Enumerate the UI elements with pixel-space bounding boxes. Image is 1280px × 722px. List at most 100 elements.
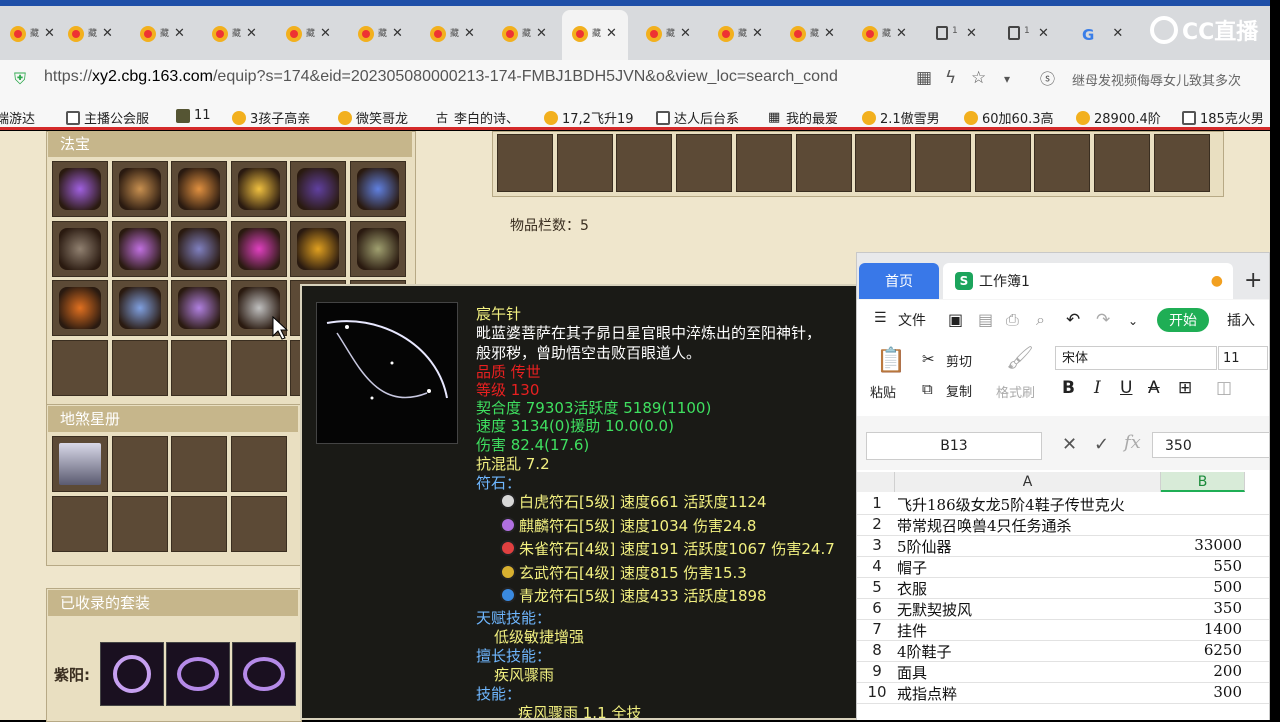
insert-menu[interactable]: 插入 [1227, 310, 1255, 330]
dishaxing-slot[interactable] [230, 436, 287, 492]
fx-icon[interactable]: fx [1124, 432, 1141, 453]
dishaxing-slot[interactable] [171, 495, 227, 552]
bookmark-10[interactable]: 60加60.3高 [964, 108, 1054, 127]
file-menu[interactable]: 文件 [898, 310, 926, 330]
close-icon[interactable]: ✕ [1112, 26, 1123, 41]
cell-a[interactable]: 帽子 [897, 557, 927, 578]
dishaxing-slot[interactable] [171, 436, 227, 492]
fabao-slot[interactable] [230, 339, 287, 396]
close-icon[interactable]: ✕ [246, 26, 257, 41]
inventory-slot[interactable] [974, 134, 1031, 192]
bookmark-4[interactable]: 微笑哥龙 [338, 108, 408, 127]
cancel-x-icon[interactable]: ✕ [1062, 434, 1077, 455]
dishaxing-slot[interactable] [52, 436, 108, 492]
lightning-icon[interactable]: ϟ [945, 68, 956, 88]
inventory-slot[interactable] [795, 134, 852, 192]
cell-b[interactable]: 1400 [1162, 620, 1242, 638]
fabao-slot[interactable] [171, 220, 227, 277]
scissors-icon[interactable]: ✂ [922, 350, 935, 368]
tab-0[interactable]: 藏 ✕ [0, 10, 66, 60]
bookmark-11[interactable]: 28900.4阶 [1076, 108, 1161, 127]
undo-icon[interactable]: ↶ [1066, 310, 1080, 330]
fabao-slot[interactable] [230, 161, 287, 217]
tab-9[interactable]: 藏 ✕ [636, 10, 702, 60]
hamburger-icon[interactable]: ☰ [874, 310, 887, 326]
cell-a[interactable]: 挂件 [897, 620, 927, 641]
tab-11[interactable]: 藏 ✕ [780, 10, 846, 60]
bookmark-0[interactable]: 端游达 [0, 108, 35, 127]
close-icon[interactable]: ✕ [966, 26, 977, 41]
close-icon[interactable]: ✕ [320, 26, 331, 41]
star-icon[interactable]: ☆ [971, 68, 986, 88]
qr-code-icon[interactable]: ▦ [916, 68, 932, 88]
cell-b[interactable]: 350 [1162, 599, 1242, 617]
inventory-slot[interactable] [735, 134, 792, 192]
close-icon[interactable]: ✕ [536, 26, 547, 41]
bookmark-12[interactable]: 185克火男 [1182, 108, 1264, 127]
bookmark-9[interactable]: 2.1傲雪男 [862, 108, 940, 127]
preview-icon[interactable]: ⌕ [1036, 310, 1045, 330]
more-chevron-icon[interactable]: ⌄ [1128, 314, 1138, 328]
dishaxing-slot[interactable] [111, 436, 168, 492]
tab-13[interactable]: 1 ✕ [926, 10, 992, 60]
new-tab-plus-icon[interactable]: + [1244, 268, 1262, 293]
font-size-select[interactable]: 11 [1218, 346, 1268, 370]
format-brush-icon[interactable]: 🖌 [1006, 346, 1034, 371]
dishaxing-slot[interactable] [230, 495, 287, 552]
cell-a[interactable]: 戒指点粹 [897, 683, 957, 704]
fabao-slot[interactable] [111, 339, 168, 396]
fabao-slot[interactable] [349, 220, 406, 277]
bookmark-7[interactable]: 达人后台系 [656, 108, 739, 127]
tab-2[interactable]: 藏 ✕ [130, 10, 196, 60]
paste-button[interactable]: 粘贴 [870, 382, 896, 401]
inventory-slot[interactable] [676, 134, 733, 192]
font-select[interactable]: 宋体 [1055, 346, 1217, 370]
print-icon[interactable]: ⎙ [1006, 310, 1019, 330]
search-hint[interactable]: 继母发视频侮辱女儿致其多次 [1072, 70, 1280, 89]
suit-item-2[interactable] [166, 642, 230, 706]
inventory-slot[interactable] [914, 134, 971, 192]
cell-a[interactable]: 带常规召唤兽4只任务通杀 [897, 515, 1072, 536]
fabao-slot[interactable] [52, 339, 108, 396]
bold-icon[interactable]: B [1062, 378, 1075, 398]
fabao-slot[interactable] [171, 161, 227, 217]
copy-icon[interactable]: ⧉ [922, 380, 933, 398]
dishaxing-slot[interactable] [52, 495, 108, 552]
inventory-slot[interactable] [1094, 134, 1150, 192]
fabao-slot[interactable] [349, 161, 406, 217]
close-icon[interactable]: ✕ [1038, 26, 1049, 41]
cut-button[interactable]: 剪切 [946, 351, 972, 370]
tab-3[interactable]: 藏 ✕ [202, 10, 268, 60]
bookmark-2[interactable]: 11 [176, 108, 211, 123]
tab-5[interactable]: 藏 ✕ [348, 10, 414, 60]
bookmark-1[interactable]: 主播公会服 [66, 108, 149, 127]
cell-a[interactable]: 无默契披风 [897, 599, 972, 620]
close-icon[interactable]: ✕ [606, 26, 617, 41]
export-icon[interactable]: ▤ [978, 310, 993, 329]
save-icon[interactable]: ▣ [948, 310, 963, 329]
copy-button[interactable]: 复制 [946, 381, 972, 400]
tab-8[interactable]: 藏 ✕ [562, 10, 628, 60]
tab-6[interactable]: 藏 ✕ [420, 10, 486, 60]
secure-shield-icon[interactable]: ⛨ [14, 69, 30, 88]
fabao-slot[interactable] [52, 161, 108, 217]
close-icon[interactable]: ✕ [102, 26, 113, 41]
cell-b[interactable]: 6250 [1162, 641, 1242, 659]
italic-icon[interactable]: I [1094, 378, 1101, 398]
cell-b[interactable]: 300 [1162, 683, 1242, 701]
cell-b[interactable]: 33000 [1162, 536, 1242, 554]
fabao-slot[interactable] [171, 280, 227, 336]
inventory-slot[interactable] [497, 134, 553, 192]
tab-workbook[interactable]: S 工作簿1 ● [943, 263, 1233, 299]
column-header-a[interactable]: A [895, 472, 1161, 492]
bookmark-8[interactable]: ▦ 我的最爱 [768, 108, 838, 127]
bookmark-6[interactable]: 17,2飞升19 [544, 108, 634, 127]
url-field[interactable]: https://xy2.cbg.163.com/equip?s=174&eid=… [44, 68, 838, 86]
tab-15[interactable]: G ✕ [1072, 10, 1138, 60]
inventory-slot[interactable] [556, 134, 613, 192]
close-icon[interactable]: ✕ [174, 26, 185, 41]
tab-1[interactable]: 藏 ✕ [58, 10, 124, 60]
border-icon[interactable]: ⊞ [1178, 378, 1192, 398]
close-icon[interactable]: ✕ [896, 26, 907, 41]
dropdown-icon[interactable]: ▾ [1004, 72, 1010, 86]
